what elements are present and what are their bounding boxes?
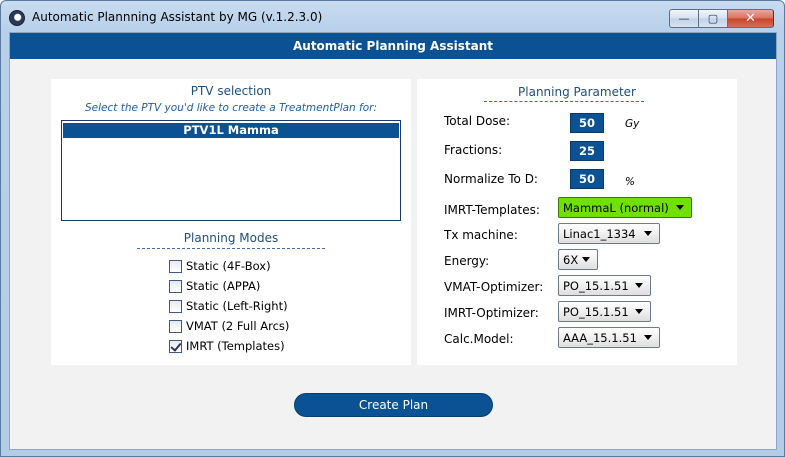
fractions-label: Fractions: [444,143,503,157]
chevron-down-icon [635,309,643,314]
calc-model-select[interactable]: AAA_15.1.51 [558,327,660,348]
banner-title: Automatic Planning Assistant [10,33,776,59]
energy-value: 6X [563,252,579,267]
energy-select[interactable]: 6X [558,249,598,270]
chevron-down-icon [582,257,591,262]
checkbox-checked[interactable] [169,339,182,353]
imrt-optimizer-select[interactable]: PO_15.1.51 [558,301,651,322]
vmat-optimizer-value: PO_15.1.51 [563,278,629,293]
total-dose-label: Total Dose: [444,114,511,128]
mode-imrt-templates[interactable]: IMRT (Templates) [169,338,285,354]
checkbox[interactable] [169,259,182,273]
app-icon [9,10,25,26]
mode-static-left-right[interactable]: Static (Left-Right) [169,298,288,314]
mode-static-4f-box[interactable]: Static (4F-Box) [169,258,271,274]
imrt-templates-label: IMRT-Templates: [444,203,540,217]
calc-model-label: Calc.Model: [444,332,514,346]
mode-label: IMRT (Templates) [186,339,285,353]
mode-label: Static (4F-Box) [186,259,271,273]
title-bar[interactable]: Automatic Plannning Assistant by MG (v.1… [1,1,784,33]
vmat-optimizer-select[interactable]: PO_15.1.51 [558,275,651,296]
mode-label: Static (APPA) [186,279,261,293]
imrt-optimizer-value: PO_15.1.51 [563,304,629,319]
chevron-down-icon [676,205,684,210]
window-controls: — ▢ ✕ [669,9,774,29]
create-plan-button[interactable]: Create Plan [294,393,493,417]
window-title: Automatic Plannning Assistant by MG (v.1… [32,10,323,24]
vmat-optimizer-label: VMAT-Optimizer: [444,280,544,294]
checkbox[interactable] [169,299,182,313]
chevron-down-icon [644,335,652,340]
tx-machine-label: Tx machine: [444,228,518,242]
normalize-unit: % [625,176,635,188]
mode-label: VMAT (2 Full Arcs) [186,319,290,333]
planning-parameter-divider [484,101,644,102]
mode-vmat-full-arcs[interactable]: VMAT (2 Full Arcs) [169,318,289,334]
planning-modes-heading: Planning Modes [183,231,279,245]
minimize-button[interactable]: — [669,9,698,28]
imrt-optimizer-label: IMRT-Optimizer: [444,306,539,320]
imrt-templates-select[interactable]: MammaL (normal) [558,197,692,218]
mode-static-appa[interactable]: Static (APPA) [169,278,260,294]
ptv-panel: PTV selection Select the PTV you'd like … [51,79,411,365]
tx-machine-value: Linac1_1334 [563,226,636,241]
tx-machine-select[interactable]: Linac1_1334 [558,223,660,244]
total-dose-unit: Gy [625,118,640,130]
mode-label: Static (Left-Right) [186,299,288,313]
normalize-input[interactable]: 50 [570,169,604,189]
maximize-button[interactable]: ▢ [698,9,727,28]
planning-parameter-panel: Planning Parameter Total Dose: 50 Gy Fra… [417,79,737,365]
checkbox[interactable] [169,279,182,293]
imrt-templates-value: MammaL (normal) [563,200,669,215]
checkbox[interactable] [169,319,182,333]
planning-modes-divider [137,248,325,249]
list-item[interactable]: PTV1L Mamma [63,123,399,138]
ptv-instructions: Select the PTV you'd like to create a Tr… [84,102,378,114]
ptv-selection-heading: PTV selection [190,84,272,98]
calc-model-value: AAA_15.1.51 [563,330,637,345]
fractions-input[interactable]: 25 [570,141,604,161]
close-button[interactable]: ✕ [727,9,774,28]
normalize-label: Normalize To D: [444,172,538,186]
app-window: Automatic Plannning Assistant by MG (v.1… [0,0,785,457]
chevron-down-icon [644,231,652,236]
energy-label: Energy: [444,254,490,268]
planning-parameter-heading: Planning Parameter [518,85,636,99]
client-area: Automatic Planning Assistant PTV selecti… [9,32,777,450]
total-dose-input[interactable]: 50 [570,113,604,133]
ptv-listbox[interactable]: PTV1L Mamma [61,120,401,221]
chevron-down-icon [635,283,643,288]
